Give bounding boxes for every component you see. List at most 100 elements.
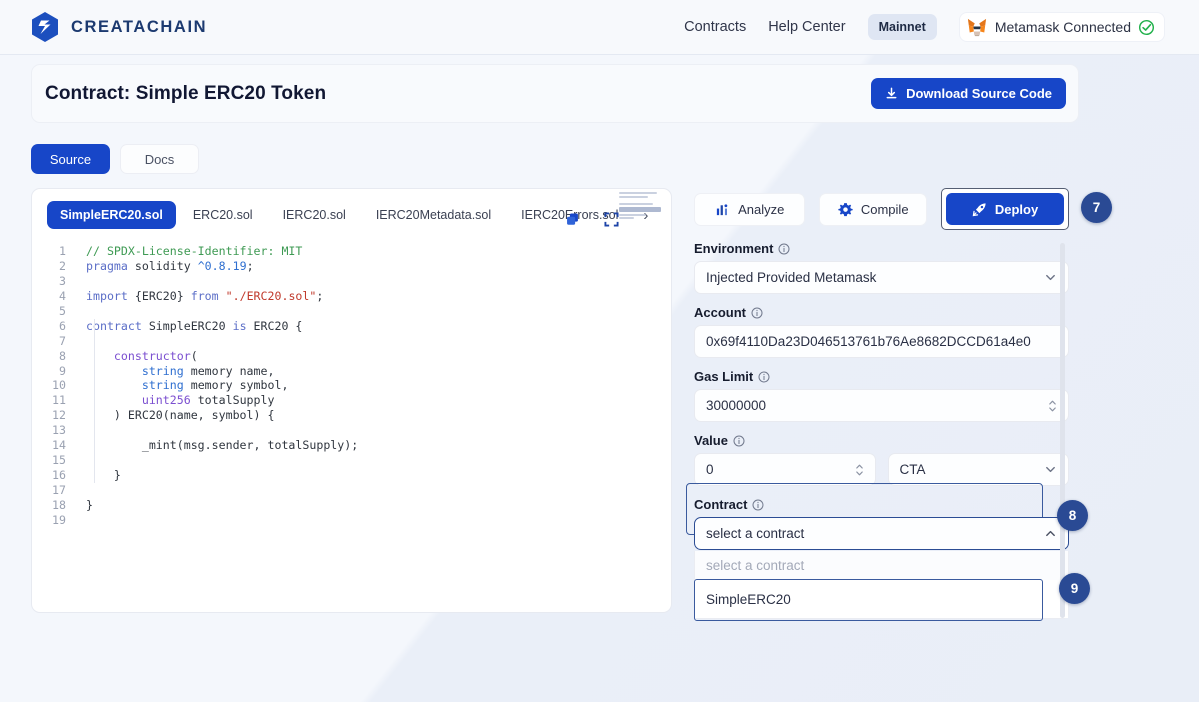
file-tab-erc20[interactable]: ERC20.sol [180,201,266,229]
chevron-down-icon [1044,463,1057,476]
line-number-gutter: 1 2 3 4 5 6 7 8 9 10 11 12 13 14 15 16 1 [32,244,75,528]
deploy-button[interactable]: Deploy [946,193,1064,225]
line-number: 8 [59,348,66,363]
code-line: _mint(msg.sender, totalSupply); [86,438,359,453]
gas-limit-label: Gas Limit [694,369,754,384]
download-source-code-button[interactable]: Download Source Code [871,78,1066,109]
contract-selected-value: select a contract [706,526,805,541]
deploy-button-highlight: Deploy [941,188,1069,230]
code-line: } [86,497,93,512]
line-number: 5 [59,303,66,318]
environment-label-row: Environment [694,241,1069,256]
download-icon [885,87,898,100]
analyze-label: Analyze [738,201,785,217]
metamask-status-label: Metamask Connected [994,19,1131,35]
environment-field: Environment Injected Provided Metamask [694,241,1069,294]
tab-docs[interactable]: Docs [120,144,199,174]
contract-option-simpleerc20[interactable]: SimpleERC20 [695,580,1068,618]
code-line: } [86,468,121,483]
contract-select[interactable]: select a contract [694,517,1069,550]
contract-label-row: Contract [694,497,1069,512]
contract-option-placeholder[interactable]: select a contract [695,551,1068,580]
code-token: // SPDX-License-Identifier: MIT [86,244,303,258]
analyze-chart-icon [715,202,730,217]
nav-link-contracts[interactable]: Contracts [684,19,746,35]
account-label: Account [694,305,746,320]
chevron-up-icon [1044,527,1057,540]
account-label-row: Account [694,305,1069,320]
code-line: // SPDX-License-Identifier: MIT [86,244,671,259]
brand[interactable]: CREATACHAIN [30,11,207,43]
editor-tools [565,212,619,227]
value-unit: CTA [899,462,926,477]
info-icon[interactable] [733,435,745,447]
page-title: Contract: Simple ERC20 Token [45,82,327,104]
environment-value: Injected Provided Metamask [706,270,877,285]
contract-label: Contract [694,497,748,512]
tab-source[interactable]: Source [31,144,110,174]
analyze-button[interactable]: Analyze [694,192,806,226]
file-tab-simpleerc20[interactable]: SimpleERC20.sol [47,201,176,229]
info-icon[interactable] [751,307,763,319]
line-number: 14 [52,438,66,453]
line-number: 19 [52,512,66,527]
fullscreen-icon[interactable] [604,212,619,227]
account-input[interactable]: 0x69f4110Da23D046513761b76Ae8682DCCD61a4… [694,325,1069,358]
info-icon[interactable] [758,371,770,383]
copy-icon[interactable] [565,212,580,227]
compile-button[interactable]: Compile [819,192,927,226]
gas-limit-input[interactable]: 30000000 [694,389,1069,422]
nav-link-help-center[interactable]: Help Center [768,19,845,35]
code-area[interactable]: 1 2 3 4 5 6 7 8 9 10 11 12 13 14 15 16 1 [32,241,671,612]
navbar-right: Contracts Help Center Mainnet Metamask C… [684,12,1165,42]
file-tab-ierc20[interactable]: IERC20.sol [270,201,359,229]
contract-field: Contract select a contract select a cont… [686,483,1069,621]
check-circle-icon [1138,19,1155,36]
panel-scrollbar[interactable] [1060,243,1065,618]
minimap[interactable] [619,192,661,228]
info-icon[interactable] [778,243,790,255]
network-pill[interactable]: Mainnet [867,14,937,40]
stepper-updown-icon[interactable] [855,462,864,478]
value-amount: 0 [706,462,714,477]
gear-icon [838,202,853,217]
line-number: 11 [52,393,66,408]
code-line: pragma solidity ^0.8.19; [86,258,254,273]
line-number: 10 [52,378,66,393]
info-icon[interactable] [752,499,764,511]
line-number: 6 [59,318,66,333]
panel-action-row: Analyze Compile Deploy [694,188,1069,230]
code-line: string memory symbol, [141,378,289,393]
line-number: 4 [59,288,66,303]
chevron-down-icon [1044,271,1057,284]
value-unit-select[interactable]: CTA [887,453,1069,486]
value-label: Value [694,433,728,448]
line-number: 18 [52,497,66,512]
line-number: 16 [52,468,66,483]
line-number: 2 [59,258,66,273]
indent-guide [94,318,95,483]
line-number: 17 [52,483,66,497]
metamask-status-chip[interactable]: Metamask Connected [958,12,1165,42]
gas-limit-label-row: Gas Limit [694,369,1069,384]
download-source-code-label: Download Source Code [906,86,1052,101]
line-number: 1 [59,244,66,258]
contract-dropdown-list: select a contract SimpleERC20 [694,551,1069,621]
compile-label: Compile [860,201,909,217]
value-amount-input[interactable]: 0 [694,453,876,486]
code-line: ) ERC20(name, symbol) { [86,408,275,423]
stepper-updown-icon[interactable] [1048,398,1057,414]
line-number: 12 [52,408,66,423]
environment-select[interactable]: Injected Provided Metamask [694,261,1069,294]
main-content: SimpleERC20.sol ERC20.sol IERC20.sol IER… [31,188,1199,621]
file-tab-ierc20metadata[interactable]: IERC20Metadata.sol [363,201,504,229]
line-number: 7 [59,333,66,348]
environment-label: Environment [694,241,774,256]
account-field: Account 0x69f4110Da23D046513761b76Ae8682… [694,305,1069,358]
contract-title-card: Contract: Simple ERC20 Token Download So… [31,64,1079,123]
value-row: 0 CTA [694,453,1069,486]
